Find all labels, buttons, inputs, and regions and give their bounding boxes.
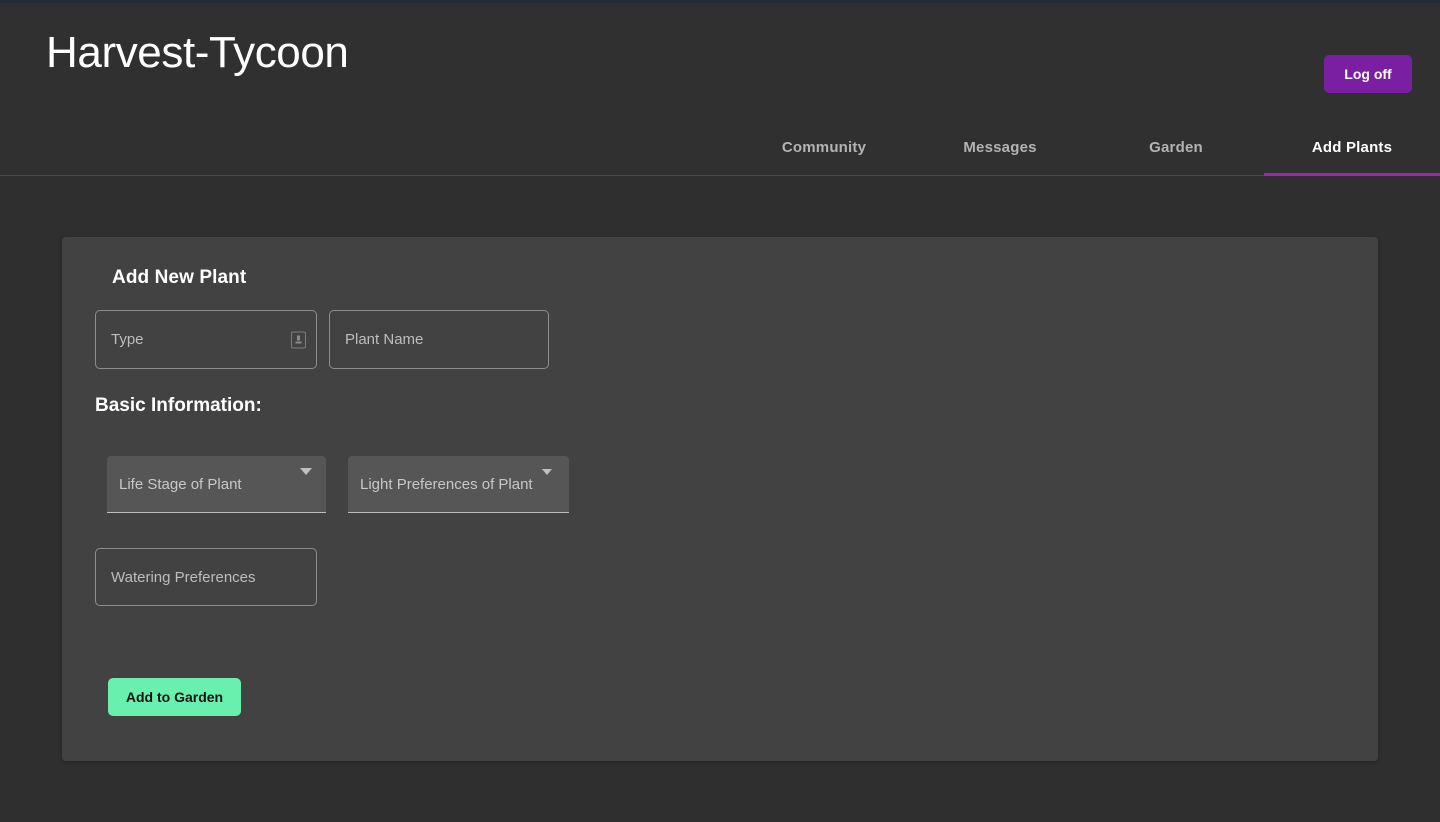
tab-community[interactable]: Community bbox=[736, 119, 912, 175]
logoff-button[interactable]: Log off bbox=[1324, 55, 1412, 93]
tab-garden[interactable]: Garden bbox=[1088, 119, 1264, 175]
main-navigation: Community Messages Garden Add Plants bbox=[0, 119, 1440, 176]
plant-name-input[interactable] bbox=[330, 311, 548, 368]
tab-add-plants[interactable]: Add Plants bbox=[1264, 119, 1440, 176]
add-to-garden-button[interactable]: Add to Garden bbox=[108, 678, 241, 716]
light-preferences-select-label: Light Preferences of Plant bbox=[360, 475, 533, 493]
section-title-basic-information: Basic Information: bbox=[95, 395, 262, 416]
identity-field-row bbox=[95, 310, 549, 369]
stepper-icon[interactable] bbox=[291, 331, 306, 348]
type-field[interactable] bbox=[95, 310, 317, 369]
app-header: Harvest-Tycoon Log off bbox=[0, 3, 1440, 119]
life-stage-select-label: Life Stage of Plant bbox=[119, 475, 242, 493]
chevron-down-icon bbox=[300, 468, 312, 493]
add-plant-card: Add New Plant Basic Information: Life St… bbox=[62, 237, 1378, 761]
card-title: Add New Plant bbox=[112, 267, 247, 288]
watering-field-row bbox=[95, 548, 317, 606]
main-content: Add New Plant Basic Information: Life St… bbox=[0, 176, 1440, 822]
tab-messages[interactable]: Messages bbox=[912, 119, 1088, 175]
app-title: Harvest-Tycoon bbox=[46, 28, 349, 77]
light-preferences-select[interactable]: Light Preferences of Plant bbox=[348, 456, 569, 513]
watering-preferences-input[interactable] bbox=[96, 549, 316, 605]
life-stage-select[interactable]: Life Stage of Plant bbox=[107, 456, 326, 513]
watering-preferences-field[interactable] bbox=[95, 548, 317, 606]
type-input[interactable] bbox=[96, 311, 316, 368]
preferences-select-row: Life Stage of Plant Light Preferences of… bbox=[107, 456, 569, 513]
chevron-down-icon bbox=[541, 469, 552, 493]
nav-tab-list: Community Messages Garden Add Plants bbox=[736, 119, 1440, 176]
plant-name-field[interactable] bbox=[329, 310, 549, 369]
